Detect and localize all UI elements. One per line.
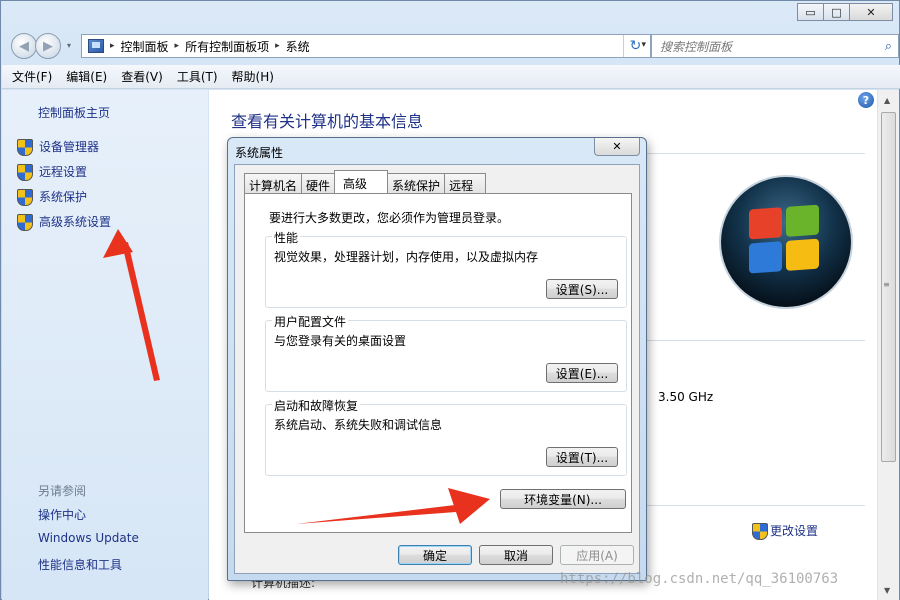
scroll-down-icon[interactable]: ▼ — [884, 586, 890, 595]
group-description: 系统启动、系统失败和调试信息 — [274, 418, 443, 432]
search-placeholder: 搜索控制面板 — [660, 39, 733, 54]
startup-recovery-group: 启动和故障恢复 系统启动、系统失败和调试信息 设置(T)... — [265, 397, 627, 476]
task-sidebar: 控制面板主页 设备管理器 远程设置 系统保护 高级系统设置 另请参阅 操作中心 … — [2, 90, 208, 600]
startup-recovery-settings-button[interactable]: 设置(T)... — [546, 447, 618, 467]
watermark-text: https://blog.csdn.net/qq_36100763 — [560, 571, 839, 587]
ok-button[interactable]: 确定 — [398, 545, 472, 565]
tab-remote[interactable]: 远程 — [444, 173, 487, 193]
cancel-button[interactable]: 取消 — [479, 545, 553, 565]
close-icon: ✕ — [612, 140, 622, 153]
group-label: 性能 — [272, 229, 301, 246]
tab-strip: 计算机名 硬件 高级 系统保护 远程 — [244, 170, 487, 193]
performance-group: 性能 视觉效果，处理器计划，内存使用，以及虚拟内存 设置(S)... — [265, 229, 627, 308]
uac-shield-icon — [16, 163, 33, 181]
help-icon[interactable]: ? — [858, 92, 874, 108]
group-description: 视觉效果，处理器计划，内存使用，以及虚拟内存 — [274, 250, 539, 264]
minimize-button[interactable]: ▭ — [797, 3, 824, 21]
group-description: 与您登录有关的桌面设置 — [274, 334, 407, 348]
menu-bar: 文件(F) 编辑(E) 查看(V) 工具(T) 帮助(H) — [2, 65, 900, 89]
advanced-tab-panel: 要进行大多数更改，您必须作为管理员登录。 性能 视觉效果，处理器计划，内存使用，… — [244, 193, 632, 533]
uac-shield-icon — [751, 522, 768, 540]
tab-hardware[interactable]: 硬件 — [301, 173, 336, 193]
refresh-button[interactable]: ↻ — [623, 35, 647, 57]
navigation-bar: ◀ ▶ ▾ ▸ 控制面板 ▸ 所有控制面板项 ▸ 系统 ▾ ↻ 搜索控制面板 ⌕ — [9, 31, 899, 61]
change-settings-label: 更改设置 — [770, 524, 819, 538]
address-bar[interactable]: ▸ 控制面板 ▸ 所有控制面板项 ▸ 系统 ▾ — [81, 34, 651, 58]
change-settings-link[interactable]: 更改设置 — [751, 522, 819, 540]
sidebar-item-advanced-system-settings[interactable]: 高级系统设置 — [16, 213, 112, 231]
page-title: 查看有关计算机的基本信息 — [231, 112, 424, 131]
uac-shield-icon — [16, 138, 33, 156]
admin-note: 要进行大多数更改，您必须作为管理员登录。 — [269, 211, 510, 225]
dialog-close-button[interactable]: ✕ — [594, 138, 640, 156]
breadcrumb-control-panel[interactable]: 控制面板 — [121, 38, 169, 55]
action-center-link[interactable]: 操作中心 — [38, 506, 86, 523]
windows-logo-icon — [721, 177, 851, 307]
see-also-heading: 另请参阅 — [38, 484, 87, 498]
breadcrumb-all-items[interactable]: 所有控制面板项 — [185, 38, 269, 55]
menu-view[interactable]: 查看(V) — [121, 68, 163, 85]
tab-advanced[interactable]: 高级 — [334, 170, 389, 193]
menu-file[interactable]: 文件(F) — [12, 68, 52, 85]
tab-system-protection[interactable]: 系统保护 — [387, 173, 446, 193]
system-properties-dialog: 系统属性 ✕ 计算机名 硬件 高级 系统保护 远程 要进行大多数更改，您必须作为… — [227, 137, 647, 581]
uac-shield-icon — [16, 188, 33, 206]
search-input[interactable]: 搜索控制面板 ⌕ — [651, 34, 899, 58]
sidebar-item-device-manager[interactable]: 设备管理器 — [16, 138, 100, 156]
forward-button[interactable]: ▶ — [35, 33, 61, 59]
control-panel-icon — [88, 39, 104, 53]
vertical-scrollbar[interactable]: ▲ ≡ ▼ — [877, 90, 899, 600]
group-label: 启动和故障恢复 — [272, 397, 361, 414]
menu-tools[interactable]: 工具(T) — [177, 68, 218, 85]
processor-speed-value: 3.50 GHz — [658, 390, 714, 404]
menu-edit[interactable]: 编辑(E) — [66, 68, 107, 85]
window-controls: ▭ □ ✕ — [797, 3, 893, 21]
apply-button[interactable]: 应用(A) — [560, 545, 634, 565]
back-button[interactable]: ◀ — [11, 33, 37, 59]
sidebar-item-label: 远程设置 — [39, 165, 88, 179]
uac-shield-icon — [16, 213, 33, 231]
sidebar-item-label: 高级系统设置 — [39, 215, 112, 229]
windows-update-link[interactable]: Windows Update — [38, 531, 139, 545]
sidebar-item-system-protection[interactable]: 系统保护 — [16, 188, 88, 206]
menu-help[interactable]: 帮助(H) — [232, 68, 274, 85]
control-panel-home-link[interactable]: 控制面板主页 — [38, 104, 110, 121]
dialog-body: 计算机名 硬件 高级 系统保护 远程 要进行大多数更改，您必须作为管理员登录。 … — [234, 164, 640, 574]
back-arrow-icon: ◀ — [19, 38, 29, 54]
scroll-up-icon[interactable]: ▲ — [884, 96, 890, 105]
breadcrumb-system[interactable]: 系统 — [286, 38, 310, 55]
sidebar-item-remote-settings[interactable]: 远程设置 — [16, 163, 88, 181]
scroll-grip-icon: ≡ — [883, 280, 890, 289]
tab-computer-name[interactable]: 计算机名 — [244, 173, 303, 193]
sidebar-item-label: 系统保护 — [39, 190, 88, 204]
user-profiles-settings-button[interactable]: 设置(E)... — [546, 363, 618, 383]
forward-arrow-icon: ▶ — [43, 38, 53, 54]
breadcrumb-separator-icon[interactable]: ▸ — [275, 41, 280, 51]
close-button[interactable]: ✕ — [849, 3, 893, 21]
dialog-title: 系统属性 — [235, 146, 284, 160]
maximize-button[interactable]: □ — [823, 3, 850, 21]
recent-pages-dropdown[interactable]: ▾ — [67, 41, 71, 50]
group-label: 用户配置文件 — [272, 313, 349, 330]
breadcrumb-separator-icon[interactable]: ▸ — [175, 41, 180, 51]
performance-settings-button[interactable]: 设置(S)... — [546, 279, 618, 299]
performance-tools-link[interactable]: 性能信息和工具 — [38, 556, 122, 573]
search-icon[interactable]: ⌕ — [885, 39, 892, 54]
environment-variables-button[interactable]: 环境变量(N)... — [500, 489, 626, 509]
sidebar-item-label: 设备管理器 — [39, 140, 100, 154]
user-profiles-group: 用户配置文件 与您登录有关的桌面设置 设置(E)... — [265, 313, 627, 392]
refresh-icon: ↻ — [629, 38, 642, 54]
breadcrumb-separator-icon[interactable]: ▸ — [110, 41, 115, 51]
